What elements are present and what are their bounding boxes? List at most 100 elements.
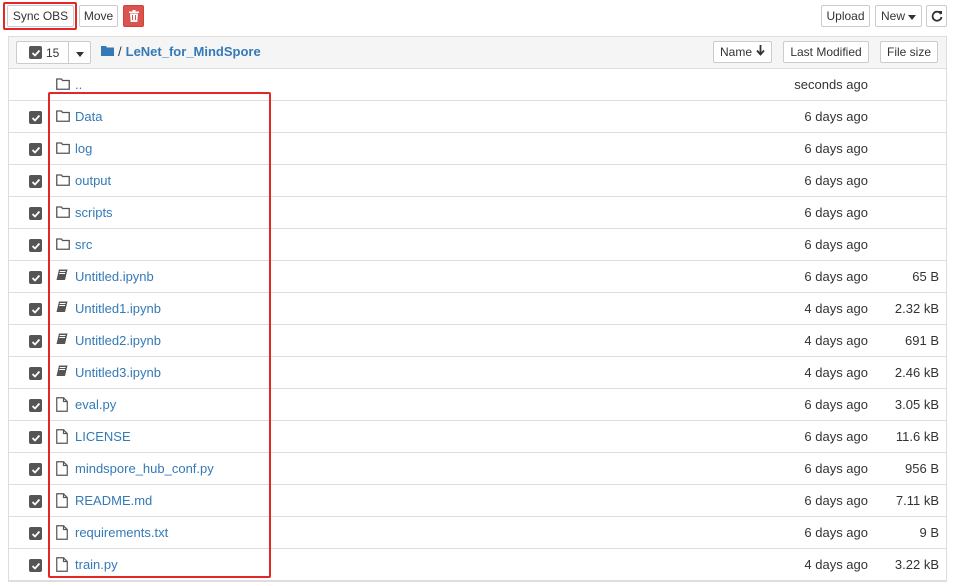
file-name-link[interactable]: requirements.txt (75, 525, 168, 540)
file-modified: 6 days ago (804, 109, 868, 124)
file-name-link[interactable]: mindspore_hub_conf.py (75, 461, 214, 476)
select-all-checkbox[interactable] (29, 46, 42, 59)
file-name-link[interactable]: Untitled1.ipynb (75, 301, 161, 316)
new-dropdown-button[interactable]: New (875, 5, 922, 27)
file-row[interactable]: Untitled1.ipynb 4 days ago 2.32 kB (9, 293, 946, 325)
file-row[interactable]: train.py 4 days ago 3.22 kB (9, 549, 946, 581)
file-name-link[interactable]: log (75, 141, 92, 156)
file-name-link[interactable]: src (75, 237, 92, 252)
notebook-icon (56, 333, 70, 349)
row-checkbox[interactable] (29, 367, 42, 380)
file-size: 2.32 kB (894, 301, 939, 316)
row-checkbox[interactable] (29, 527, 42, 540)
file-icon (56, 461, 70, 477)
row-checkbox[interactable] (29, 431, 42, 444)
file-size: 9 B (919, 525, 939, 540)
selection-menu-toggle[interactable] (69, 45, 90, 60)
row-checkbox[interactable] (29, 303, 42, 316)
row-checkbox[interactable] (29, 495, 42, 508)
file-size: 3.05 kB (894, 397, 939, 412)
move-button[interactable]: Move (79, 5, 118, 27)
notebook-icon (56, 365, 70, 381)
row-checkbox[interactable] (29, 335, 42, 348)
file-name-link[interactable]: output (75, 173, 111, 188)
file-name-link[interactable]: eval.py (75, 397, 116, 412)
row-checkbox[interactable] (29, 399, 42, 412)
file-row[interactable]: README.md 6 days ago 7.11 kB (9, 485, 946, 517)
notebook-icon (56, 269, 70, 285)
file-icon (56, 525, 70, 541)
file-modified: 6 days ago (804, 493, 868, 508)
file-name-link[interactable]: Untitled2.ipynb (75, 333, 161, 348)
sort-name-label: Name (719, 45, 752, 59)
file-size: 2.46 kB (894, 365, 939, 380)
file-row[interactable]: Untitled2.ipynb 4 days ago 691 B (9, 325, 946, 357)
notebook-icon (56, 301, 70, 317)
file-modified: 6 days ago (804, 461, 868, 476)
file-name-link[interactable]: train.py (75, 557, 118, 572)
file-modified: 6 days ago (804, 397, 868, 412)
file-row[interactable]: Data 6 days ago (9, 101, 946, 133)
folder-icon (56, 173, 70, 189)
select-all-control[interactable]: 15 (16, 41, 91, 64)
parent-dir-modified: seconds ago (794, 77, 868, 92)
file-row[interactable]: Untitled3.ipynb 4 days ago 2.46 kB (9, 357, 946, 389)
file-list: 15 / LeNet_for_MindSpore Name Last Modif… (8, 36, 947, 582)
row-checkbox[interactable] (29, 143, 42, 156)
file-name-link[interactable]: README.md (75, 493, 152, 508)
file-size: 956 B (905, 461, 939, 476)
file-name-link[interactable]: Untitled3.ipynb (75, 365, 161, 380)
file-row[interactable]: src 6 days ago (9, 229, 946, 261)
file-modified: 6 days ago (804, 173, 868, 188)
file-row[interactable]: Untitled.ipynb 6 days ago 65 B (9, 261, 946, 293)
row-checkbox[interactable] (29, 463, 42, 476)
file-modified: 6 days ago (804, 141, 868, 156)
file-row[interactable]: mindspore_hub_conf.py 6 days ago 956 B (9, 453, 946, 485)
file-icon (56, 493, 70, 509)
file-icon (56, 429, 70, 445)
delete-button[interactable] (123, 5, 144, 27)
parent-dir-link[interactable]: .. (75, 77, 82, 92)
row-checkbox[interactable] (29, 559, 42, 572)
file-modified: 6 days ago (804, 205, 868, 220)
trash-icon (128, 10, 139, 22)
file-row[interactable]: scripts 6 days ago (9, 197, 946, 229)
select-all-checkbox-area[interactable]: 15 (17, 42, 69, 63)
file-row[interactable]: output 6 days ago (9, 165, 946, 197)
parent-dir-row[interactable]: .. seconds ago (9, 69, 946, 101)
file-name-link[interactable]: Untitled.ipynb (75, 269, 154, 284)
new-label: New (880, 9, 905, 23)
file-modified: 6 days ago (804, 525, 868, 540)
file-row[interactable]: LICENSE 6 days ago 11.6 kB (9, 421, 946, 453)
file-row[interactable]: log 6 days ago (9, 133, 946, 165)
file-modified: 6 days ago (804, 429, 868, 444)
upload-button[interactable]: Upload (821, 5, 870, 27)
file-row[interactable]: eval.py 6 days ago 3.05 kB (9, 389, 946, 421)
folder-icon (56, 77, 70, 93)
row-checkbox[interactable] (29, 239, 42, 252)
sync-obs-button[interactable]: Sync OBS (7, 5, 74, 27)
file-size: 65 B (912, 269, 939, 284)
file-modified: 4 days ago (804, 333, 868, 348)
file-icon (56, 397, 70, 413)
row-checkbox[interactable] (29, 207, 42, 220)
file-name-link[interactable]: scripts (75, 205, 113, 220)
file-name-link[interactable]: LICENSE (75, 429, 131, 444)
file-size: 691 B (905, 333, 939, 348)
breadcrumb-separator: / (118, 44, 122, 59)
sort-by-size-button[interactable]: File size (880, 41, 938, 63)
breadcrumb-current-dir[interactable]: LeNet_for_MindSpore (126, 44, 261, 59)
row-checkbox[interactable] (29, 271, 42, 284)
file-size: 7.11 kB (895, 493, 939, 508)
sort-by-name-button[interactable]: Name (713, 41, 772, 63)
file-name-link[interactable]: Data (75, 109, 102, 124)
file-row[interactable]: requirements.txt 6 days ago 9 B (9, 517, 946, 549)
file-modified: 6 days ago (804, 269, 868, 284)
sort-by-modified-button[interactable]: Last Modified (783, 41, 869, 63)
row-checkbox[interactable] (29, 111, 42, 124)
home-folder-icon[interactable] (101, 44, 114, 59)
row-checkbox[interactable] (29, 175, 42, 188)
refresh-button[interactable] (926, 5, 947, 27)
selected-count: 15 (46, 45, 60, 60)
file-icon (56, 557, 70, 573)
